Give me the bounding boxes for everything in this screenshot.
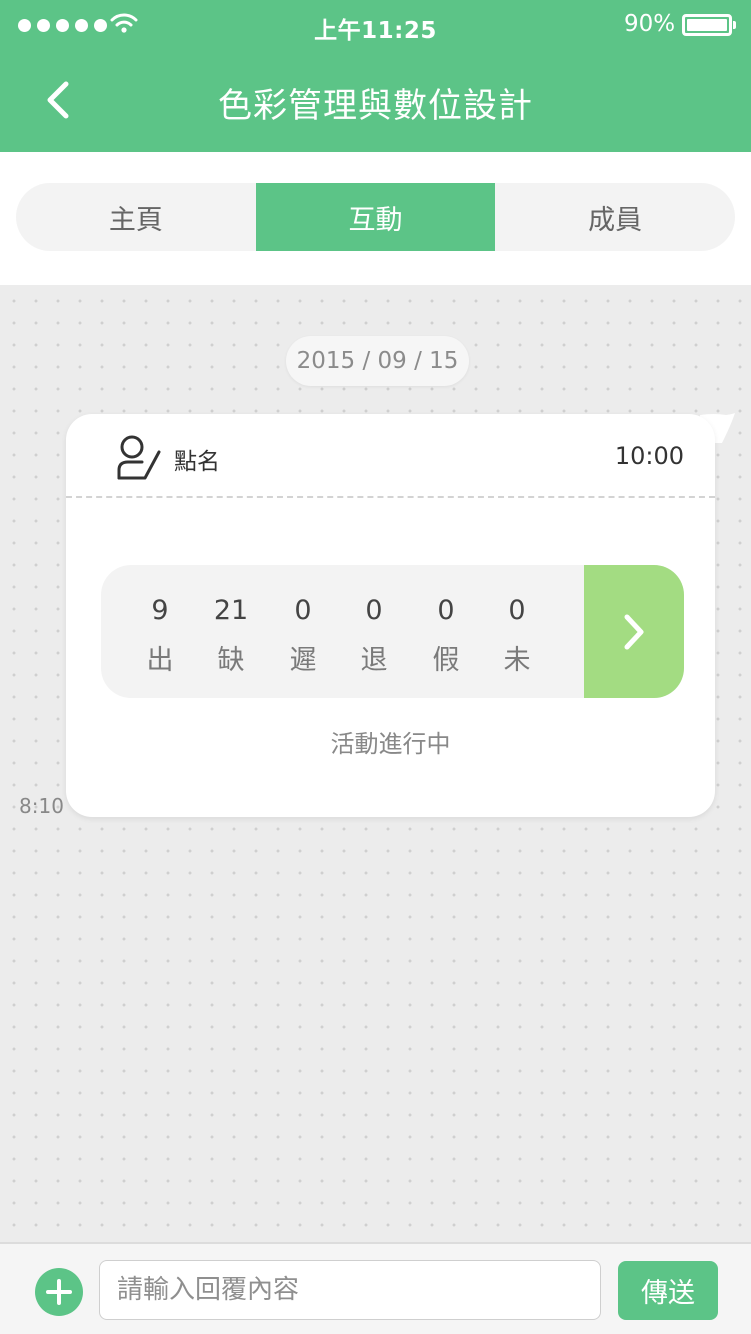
nav-bar: 色彩管理與數位設計: [0, 50, 751, 152]
tab-interaction[interactable]: 互動: [255, 183, 496, 251]
stat-present: 9 出: [125, 565, 195, 698]
battery-icon: [682, 14, 736, 36]
person-check-icon: [117, 435, 161, 480]
stat-label: 假: [432, 645, 460, 676]
app-header: 上午11:25 90% 色彩管理與數位設計: [0, 0, 751, 152]
card-title: 點名: [174, 449, 220, 475]
stat-label: 缺: [217, 645, 245, 676]
tab-home[interactable]: 主頁: [16, 183, 256, 251]
date-separator: 2015 / 09 / 15: [286, 336, 469, 386]
stat-value: 0: [508, 595, 526, 626]
stat-value: 21: [213, 595, 249, 626]
add-attachment-button[interactable]: [35, 1268, 83, 1316]
chevron-right-icon: [624, 614, 644, 649]
chat-area[interactable]: 2015 / 09 / 15 點名 10:00 9 出 21 缺 0 遲 0 退…: [0, 285, 751, 1242]
segmented-tabs: 主頁 互動 成員: [16, 183, 735, 251]
stat-value: 0: [437, 595, 455, 626]
message-timestamp: 8:10: [19, 794, 64, 818]
reply-bar: 傳送: [0, 1242, 751, 1334]
stat-label: 出: [146, 645, 174, 676]
stat-left-early: 0 退: [339, 565, 409, 698]
stat-value: 0: [294, 595, 312, 626]
stat-absent: 21 缺: [196, 565, 266, 698]
plus-icon: [46, 1279, 72, 1305]
page-title: 色彩管理與數位設計: [218, 86, 533, 126]
card-time: 10:00: [614, 442, 684, 470]
reply-input[interactable]: [99, 1260, 601, 1320]
attendance-stats[interactable]: 9 出 21 缺 0 遲 0 退 0 假 0 未: [101, 565, 684, 698]
stat-value: 0: [365, 595, 383, 626]
stat-late: 0 遲: [268, 565, 338, 698]
stat-unmarked: 0 未: [482, 565, 552, 698]
tabs-area: 主頁 互動 成員: [0, 152, 751, 285]
status-bar: 上午11:25 90%: [0, 0, 751, 50]
stat-leave: 0 假: [411, 565, 481, 698]
stat-label: 退: [360, 645, 388, 676]
battery-percent: 90%: [624, 11, 676, 37]
send-button[interactable]: 傳送: [618, 1261, 718, 1320]
stat-label: 未: [503, 645, 531, 676]
stat-value: 9: [151, 595, 169, 626]
attendance-detail-button[interactable]: [584, 565, 684, 698]
tab-members[interactable]: 成員: [495, 183, 735, 251]
stat-label: 遲: [289, 645, 317, 676]
card-header: 點名 10:00: [66, 414, 715, 498]
activity-status: 活動進行中: [330, 730, 451, 758]
attendance-card[interactable]: 點名 10:00 9 出 21 缺 0 遲 0 退 0 假 0 未 活動進行中: [66, 414, 715, 817]
